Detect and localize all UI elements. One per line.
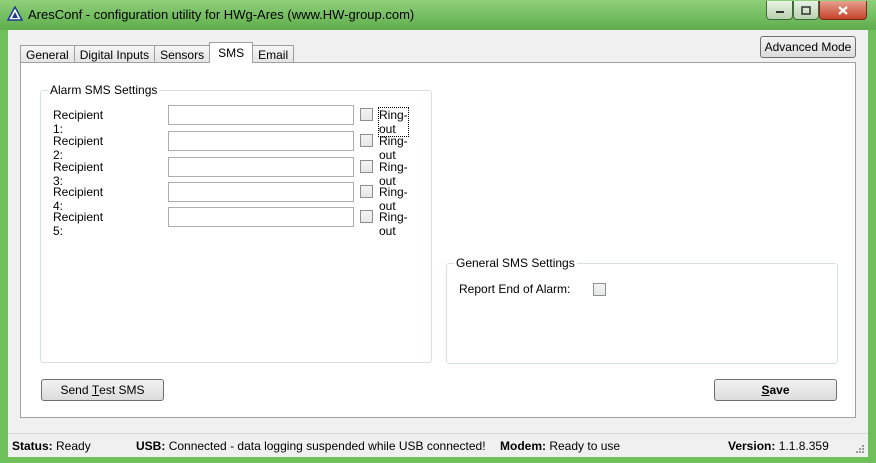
general-group-title: General SMS Settings xyxy=(454,256,577,270)
ringout-label[interactable]: Ring-out xyxy=(378,107,409,137)
resize-grip-icon[interactable] xyxy=(855,444,865,454)
ringout-4-checkbox[interactable] xyxy=(360,185,373,198)
save-label-accel: S xyxy=(761,383,770,397)
title-bar[interactable]: AresConf - configuration utility for HWg… xyxy=(0,0,876,30)
version-field: Version: 1.1.8.359 xyxy=(728,439,829,453)
maximize-button[interactable] xyxy=(793,1,819,20)
ringout-1-checkbox[interactable] xyxy=(360,108,373,121)
save-button[interactable]: Save xyxy=(714,379,837,401)
recipient-label: Recipient 1: xyxy=(53,108,104,136)
ringout-label[interactable]: Ring-out xyxy=(379,185,408,213)
advanced-mode-button[interactable]: Advanced Mode xyxy=(760,36,856,58)
status-label: Status: xyxy=(12,439,53,453)
version-value: 1.1.8.359 xyxy=(778,439,829,453)
send-test-sms-button[interactable]: Send Test SMS xyxy=(41,379,164,401)
maximize-icon xyxy=(801,5,811,15)
ringout-label[interactable]: Ring-out xyxy=(379,210,408,238)
recipient-label: Recipient 4: xyxy=(53,185,104,213)
alarm-sms-settings-group: Alarm SMS Settings Recipient 1: Ring-out… xyxy=(40,83,432,363)
usb-label: USB: xyxy=(136,439,166,453)
send-test-label-post: est SMS xyxy=(99,383,145,397)
tab-digital-inputs[interactable]: Digital Inputs xyxy=(73,45,156,63)
recipient-label: Recipient 2: xyxy=(53,134,104,162)
recipient-1-input[interactable] xyxy=(168,105,354,125)
ringout-label[interactable]: Ring-out xyxy=(379,134,408,162)
tab-sensors[interactable]: Sensors xyxy=(154,45,211,63)
close-icon xyxy=(838,5,848,15)
recipient-label: Recipient 3: xyxy=(53,160,104,188)
recipient-3-input[interactable] xyxy=(168,157,354,177)
ringout-2-checkbox[interactable] xyxy=(360,134,373,147)
modem-field: Modem: Ready to use xyxy=(500,439,620,453)
status-bar: Status: Ready USB: Connected - data logg… xyxy=(8,433,868,457)
alarm-group-title: Alarm SMS Settings xyxy=(48,83,160,97)
ringout-5-checkbox[interactable] xyxy=(360,210,373,223)
modem-value: Ready to use xyxy=(549,439,621,453)
report-end-of-alarm-label: Report End of Alarm: xyxy=(459,282,571,296)
tab-general[interactable]: General xyxy=(20,45,75,63)
save-label-post: ave xyxy=(769,383,790,397)
client-area: General Digital Inputs Sensors SMS Email… xyxy=(8,30,868,433)
report-end-of-alarm-checkbox[interactable] xyxy=(593,283,606,296)
modem-label: Modem: xyxy=(500,439,546,453)
usb-field: USB: Connected - data logging suspended … xyxy=(136,439,486,453)
send-test-label-pre: Send xyxy=(60,383,92,397)
usb-value: Connected - data logging suspended while… xyxy=(168,439,486,453)
minimize-button[interactable] xyxy=(766,1,793,20)
app-window: AresConf - configuration utility for HWg… xyxy=(0,0,876,463)
recipient-4-input[interactable] xyxy=(168,182,354,202)
status-value: Ready xyxy=(56,439,91,453)
tab-sms[interactable]: SMS xyxy=(209,42,254,63)
recipient-label: Recipient 5: xyxy=(53,210,104,238)
ringout-label[interactable]: Ring-out xyxy=(379,160,408,188)
general-sms-settings-group: General SMS Settings Report End of Alarm… xyxy=(446,256,838,364)
tab-strip: General Digital Inputs Sensors SMS Email xyxy=(20,42,295,63)
window-title: AresConf - configuration utility for HWg… xyxy=(28,7,415,22)
recipient-2-input[interactable] xyxy=(168,131,354,151)
recipient-5-input[interactable] xyxy=(168,207,354,227)
tab-email[interactable]: Email xyxy=(252,45,295,63)
triangle-logo-icon xyxy=(7,6,23,21)
status-field: Status: Ready xyxy=(12,439,91,453)
version-label: Version: xyxy=(728,439,776,453)
ringout-3-checkbox[interactable] xyxy=(360,160,373,173)
close-button[interactable] xyxy=(819,1,867,20)
send-test-label-accel: T xyxy=(91,383,100,397)
sms-tab-page: Alarm SMS Settings Recipient 1: Ring-out… xyxy=(20,62,856,418)
minimize-icon xyxy=(775,11,784,13)
